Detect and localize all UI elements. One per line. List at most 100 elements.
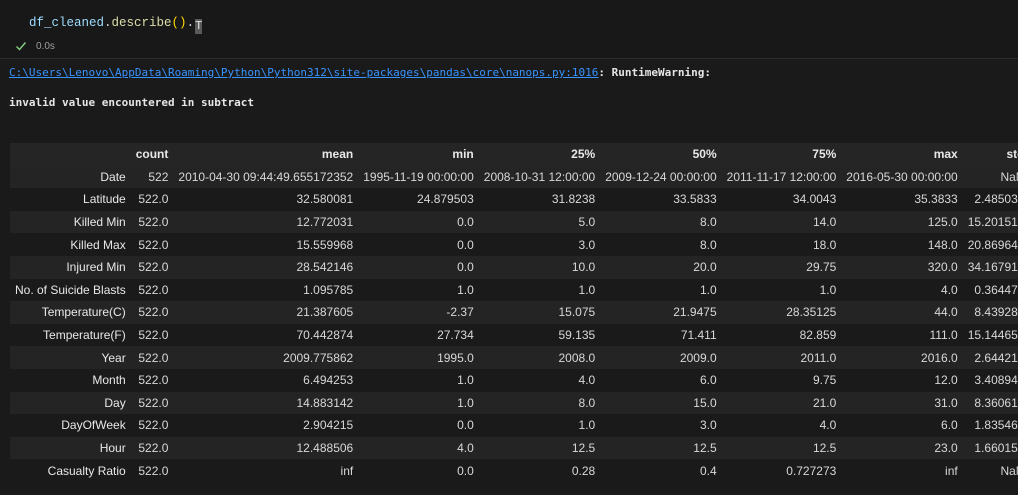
table-cell: 3.408942: [974, 373, 1018, 388]
table-header-row: count mean min 25% 50% 75% max std: [10, 143, 1018, 166]
table-row: DayOfWeek 522.0 2.904215 0.0 1.0 3.0 4.0 6.0 1.8…: [10, 414, 1018, 437]
execution-time: 0.0s: [36, 40, 55, 52]
column-header: 75%: [721, 143, 842, 166]
table-cell: 8.360619: [974, 395, 1018, 410]
table-row: Killed Max 522.0 15.559968 0.0 3.0 8.0 18.0 148…: [10, 233, 1018, 256]
table-cell: 3.0: [578, 237, 596, 252]
table-cell: 6.0: [699, 373, 717, 388]
table-row: Year 522.0 2009.775862 1995.0 2008.0 2009.0 20…: [10, 346, 1018, 369]
table-row: Day 522.0 14.883142 1.0 8.0 15.0 21.0 31.0 8.360…: [10, 391, 1018, 415]
code-cell-input[interactable]: df_cleaned.describe().T 0.0s: [0, 0, 1018, 59]
table-cell: 1995.0: [437, 350, 474, 365]
table-cell: 0.28: [571, 463, 596, 478]
table-cell: 2016.0: [921, 350, 958, 365]
table-row: Temperature(F) 522.0 70.442874 27.734 59.135…: [10, 323, 1018, 347]
table-cell: 522.0: [138, 373, 169, 388]
row-label: Temperature(F): [43, 328, 126, 343]
table-cell: 24.879503: [417, 192, 474, 207]
table-row: Injured Min 522.0 28.542146 0.0 10.0 20.0 29.7…: [10, 255, 1018, 279]
column-header: mean: [173, 143, 359, 166]
table-cell: 522.0: [138, 237, 169, 252]
text-cursor: T: [195, 19, 203, 34]
table-row: Casualty Ratio 522.0 inf 0.0 0.28 0.4 0.727273…: [10, 459, 1018, 482]
table-cell: 1.0: [457, 282, 474, 297]
row-label: Day: [104, 395, 126, 410]
table-row: Latitude 522.0 32.580081 24.879503 31.8238 33…: [10, 188, 1018, 211]
table-cell: 148.0: [927, 237, 958, 252]
table-cell: 2.904215: [303, 418, 354, 433]
warning-line: C:\Users\Lenovo\AppData\Roaming\Python\P…: [9, 66, 711, 79]
table-cell: 1.095785: [303, 282, 354, 297]
table-cell: 8.0: [699, 237, 717, 252]
cell-output: C:\Users\Lenovo\AppData\Roaming\Python\P…: [0, 59, 1018, 495]
table-cell: inf: [340, 463, 354, 478]
table-cell: 1.0: [699, 282, 717, 297]
row-label: Casualty Ratio: [47, 463, 126, 478]
table-cell: 2.644219: [974, 350, 1018, 365]
table-cell: 27.734: [437, 328, 474, 343]
table-cell: 522.0: [138, 350, 169, 365]
table-cell: 2008.0: [558, 350, 596, 365]
table-cell: 1.835464: [974, 418, 1018, 433]
table-cell: 522.0: [138, 260, 169, 275]
table-cell: 1995-11-19 00:00:00: [363, 169, 474, 184]
table-cell: 2011-11-17 12:00:00: [726, 169, 837, 184]
table-cell: 2010-04-30 09:44:49.655172352: [178, 169, 354, 184]
table-row: Month 522.0 6.494253 1.0 4.0 6.0 9.75 12.0 3.408…: [10, 368, 1018, 392]
column-header: min: [358, 143, 479, 166]
table-cell: 82.859: [799, 328, 837, 343]
table-cell: 4.0: [941, 282, 958, 297]
row-label: Injured Min: [66, 260, 126, 275]
table-cell: 28.35125: [786, 305, 837, 320]
table-cell: 12.5: [693, 441, 717, 456]
warning-separator: :: [598, 66, 612, 79]
code-method: describe: [111, 16, 172, 30]
row-label: Temperature(C): [41, 305, 126, 320]
table-cell: 12.5: [571, 441, 596, 456]
table-cell: 8.439283: [974, 305, 1018, 320]
table-row: Temperature(C) 522.0 21.387605 -2.37 15.075 2…: [10, 301, 1018, 324]
table-cell: 18.0: [812, 237, 837, 252]
table-cell: 2009.775862: [283, 350, 354, 365]
table-cell: 2009.0: [679, 350, 717, 365]
warning-type: RuntimeWarning:: [611, 66, 712, 79]
table-cell: NaN: [1000, 169, 1018, 184]
table-cell: 32.580081: [296, 192, 354, 207]
code-editor-line[interactable]: df_cleaned.describe().T: [29, 16, 202, 34]
table-cell: 12.0: [934, 373, 958, 388]
table-cell: 4.0: [578, 373, 596, 388]
dataframe-table: count mean min 25% 50% 75% max std Date 5…: [10, 143, 1018, 482]
table-cell: 2016-05-30 00:00:00: [846, 169, 958, 184]
column-header: 50%: [600, 143, 722, 166]
table-cell: 4.0: [819, 418, 837, 433]
table-cell: 14.883142: [296, 395, 354, 410]
table-cell: 522.0: [138, 305, 169, 320]
table-cell: 111.0: [929, 328, 958, 343]
table-cell: 6.494253: [303, 373, 354, 388]
table-cell: 3.0: [699, 418, 717, 433]
table-cell: 31.8238: [551, 192, 596, 207]
table-cell: 2009-12-24 00:00:00: [605, 169, 717, 184]
table-cell: 21.9475: [673, 305, 717, 320]
warning-file-link[interactable]: C:\Users\Lenovo\AppData\Roaming\Python\P…: [9, 66, 598, 79]
code-dot: .: [104, 16, 112, 30]
table-cell: 12.772031: [296, 215, 354, 230]
table-cell: NaN: [1000, 463, 1018, 478]
column-header: max: [841, 143, 963, 166]
table-cell: 21.0: [812, 395, 837, 410]
row-label: Latitude: [83, 192, 126, 207]
table-cell: 6.0: [941, 418, 958, 433]
table-cell: 10.0: [571, 260, 596, 275]
table-cell: 0.727273: [786, 463, 837, 478]
checkmark-icon: [16, 42, 27, 51]
table-cell: 0.0: [457, 215, 474, 230]
table-cell: 522.0: [138, 418, 169, 433]
table-cell: 15.144656: [967, 328, 1018, 343]
table-cell: 35.3833: [914, 192, 958, 207]
table-cell: 522: [148, 169, 169, 184]
table-cell: 522.0: [138, 463, 169, 478]
row-label: Date: [100, 169, 126, 184]
table-cell: 71.411: [680, 328, 717, 343]
column-header: [10, 143, 131, 166]
table-cell: 125.0: [927, 215, 958, 230]
